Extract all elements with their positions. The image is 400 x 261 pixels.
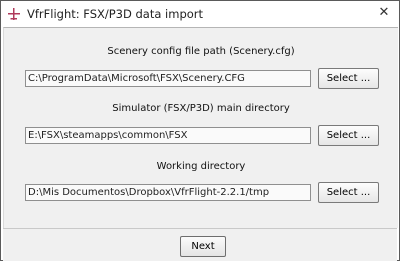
select-scenery-button[interactable]: Select ... xyxy=(318,68,379,89)
select-working-dir-button[interactable]: Select ... xyxy=(318,182,379,203)
close-icon[interactable]: ✕ xyxy=(369,1,399,27)
simulator-dir-label: Simulator (FSX/P3D) main directory xyxy=(112,103,290,114)
scenery-config-path-field[interactable]: C:\ProgramData\Microsoft\FSX\Scenery.CFG xyxy=(25,70,311,87)
next-button[interactable]: Next xyxy=(180,236,226,257)
select-simulator-button[interactable]: Select ... xyxy=(318,125,379,146)
simulator-dir-path-field[interactable]: E:\FSX\steamapps\common\FSX xyxy=(25,127,311,144)
airplane-icon xyxy=(7,7,21,21)
title-bar[interactable]: VfrFlight: FSX/P3D data import ✕ xyxy=(1,1,399,27)
content-panel: Scenery config file path (Scenery.cfg) C… xyxy=(3,27,398,228)
import-dialog-window: VfrFlight: FSX/P3D data import ✕ Scenery… xyxy=(0,0,400,261)
scenery-config-label: Scenery config file path (Scenery.cfg) xyxy=(107,46,295,57)
working-dir-label: Working directory xyxy=(156,161,246,172)
button-bar: Next xyxy=(3,228,397,261)
working-dir-path-field[interactable]: D:\Mis Documentos\Dropbox\VfrFlight-2.2.… xyxy=(25,184,311,201)
window-title: VfrFlight: FSX/P3D data import xyxy=(27,7,204,21)
